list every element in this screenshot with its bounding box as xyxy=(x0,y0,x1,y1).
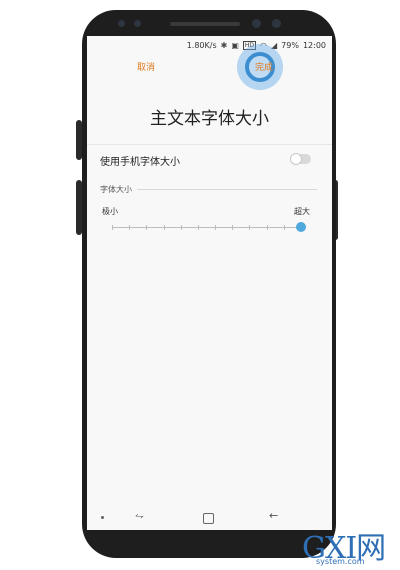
font-size-min-label: 极小 xyxy=(102,207,118,216)
slider-tick xyxy=(180,225,182,230)
slider-tick xyxy=(266,225,268,230)
action-bar: 取消 完成 xyxy=(87,44,332,90)
slider-tick xyxy=(215,225,217,230)
slider-tick xyxy=(112,225,113,230)
phone-screen: 1.80K/s ✱ ▣ HD ◠ ◢ 79% 12:00 取消 完成 主文本字体… xyxy=(87,36,332,530)
slider-tick xyxy=(232,225,234,230)
page-title: 主文本字体大小 xyxy=(150,109,269,129)
earpiece-speaker xyxy=(170,22,240,26)
slider-thumb[interactable] xyxy=(296,222,306,232)
sensor-icon xyxy=(134,20,141,27)
site-watermark: GXI网 system.com xyxy=(302,523,398,567)
slider-tick xyxy=(146,225,148,230)
slider-tick xyxy=(163,225,165,230)
use-phone-font-size-toggle[interactable] xyxy=(290,153,311,165)
iris-scanner-icon xyxy=(272,19,281,28)
cancel-button[interactable]: 取消 xyxy=(137,60,155,73)
nfc-icon: ▣ xyxy=(231,40,239,50)
bluetooth-icon: ✱ xyxy=(220,40,228,50)
use-phone-font-size-row[interactable]: 使用手机字体大小 xyxy=(87,144,332,173)
use-phone-font-size-label: 使用手机字体大小 xyxy=(100,157,180,168)
font-size-section-title: 字体大小 xyxy=(100,185,132,194)
front-camera-icon xyxy=(252,19,261,28)
back-arrow-icon[interactable]: ← xyxy=(269,509,278,522)
font-size-max-label: 超大 xyxy=(294,207,310,216)
section-divider xyxy=(137,189,317,190)
watermark-site: system.com xyxy=(316,557,365,566)
navigation-bar: ⥊ ← xyxy=(87,506,332,530)
font-size-slider[interactable] xyxy=(112,222,306,234)
slider-tick xyxy=(197,225,199,230)
slider-tick xyxy=(249,225,251,230)
toggle-knob xyxy=(290,153,302,165)
sensor-icon xyxy=(118,20,125,27)
recent-apps-icon[interactable]: ⥊ xyxy=(135,509,144,523)
done-button[interactable]: 完成 xyxy=(255,60,273,73)
status-bar: 1.80K/s ✱ ▣ HD ◠ ◢ 79% 12:00 xyxy=(87,36,332,54)
network-speed: 1.80K/s xyxy=(186,40,217,50)
clock: 12:00 xyxy=(302,40,326,50)
nav-dot-icon[interactable] xyxy=(101,516,104,519)
slider-tick xyxy=(283,225,285,230)
battery-percent: 79% xyxy=(281,40,299,50)
home-button-icon[interactable] xyxy=(203,513,214,524)
slider-tick xyxy=(129,225,131,230)
slider-track xyxy=(112,227,301,228)
